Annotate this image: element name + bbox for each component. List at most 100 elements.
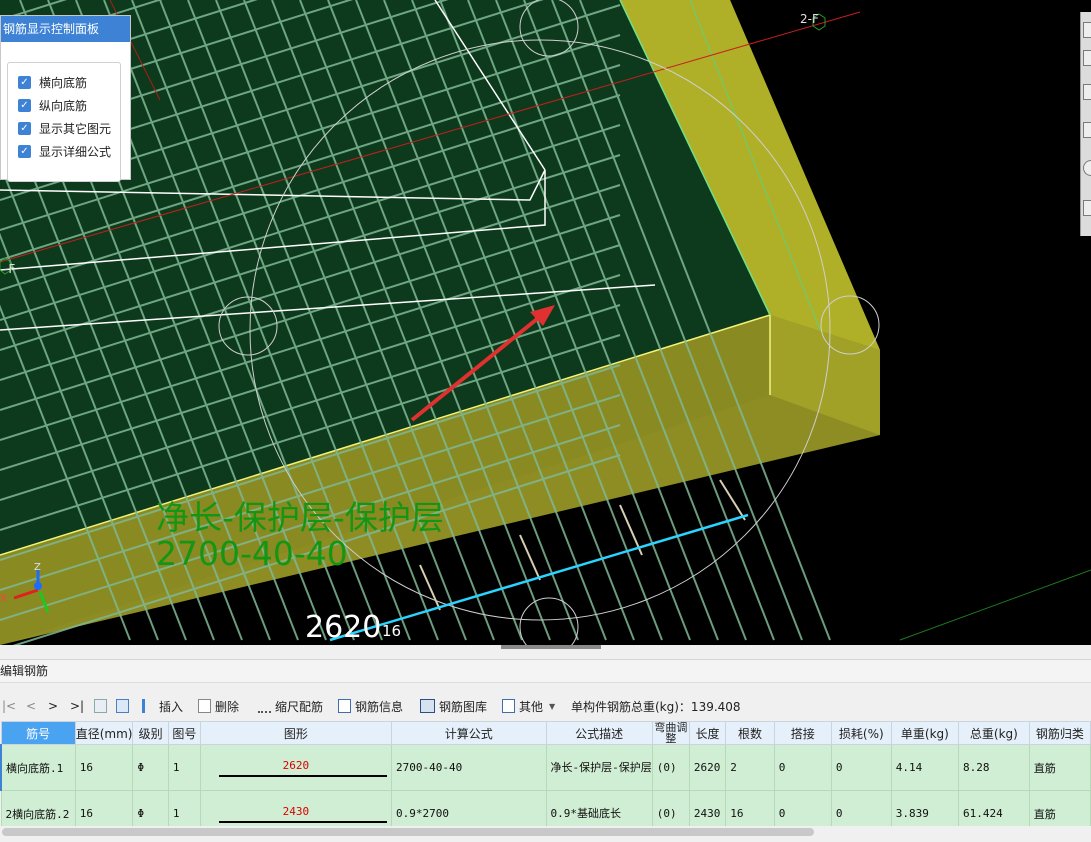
scrollbar-thumb[interactable]	[2, 828, 814, 836]
rebar-table: 筋号 直径(mm) 级别 图号 图形 计算公式 公式描述 弯曲调整 长度 根数 …	[0, 721, 1091, 837]
document-icon	[338, 699, 351, 713]
col-header-total-weight[interactable]: 总重(kg)	[959, 722, 1030, 745]
control-panel-title[interactable]: 钢筋显示控制面板	[1, 16, 130, 42]
nav-last-button[interactable]: >|	[70, 694, 84, 718]
cell-loss[interactable]: 0	[831, 745, 891, 791]
cell-formula[interactable]: 2700-40-40	[391, 745, 546, 791]
delete-button[interactable]: 删除	[198, 694, 239, 718]
col-header-formula[interactable]: 计算公式	[391, 722, 546, 745]
delete-label: 删除	[215, 698, 239, 715]
move-down-icon	[116, 699, 129, 713]
nav-next-button[interactable]: >	[48, 694, 58, 718]
axis-line-green	[900, 570, 1091, 640]
view-tool-button-6[interactable]	[1083, 200, 1091, 216]
insert-icon	[142, 699, 155, 713]
chevron-down-icon: ▼	[549, 702, 555, 711]
cell-category[interactable]: 直筋	[1029, 745, 1090, 791]
col-header-loss[interactable]: 损耗(%)	[831, 722, 891, 745]
rebar-library-label: 钢筋图库	[439, 698, 487, 715]
move-up-button[interactable]	[94, 694, 111, 718]
checkbox-icon[interactable]: ✓	[18, 122, 31, 135]
shape-line	[219, 775, 387, 777]
dimension-value: 2620	[305, 611, 381, 645]
cell-figure[interactable]: 1	[168, 745, 200, 791]
axis-label-left: -F	[4, 262, 15, 276]
view-tool-button-3[interactable]	[1083, 84, 1091, 100]
cell-length[interactable]: 2620	[689, 745, 725, 791]
other-menu-button[interactable]: 其他 ▼	[502, 694, 555, 718]
shape-line	[219, 821, 387, 823]
cell-unit-weight[interactable]: 4.14	[891, 745, 958, 791]
col-header-bend[interactable]: 弯曲调整	[652, 722, 689, 745]
cell-shape[interactable]: 2620	[200, 745, 391, 791]
option-label: 纵向底筋	[39, 97, 87, 114]
col-header-figure-no[interactable]: 图号	[168, 722, 200, 745]
cell-grade[interactable]: Φ	[133, 745, 168, 791]
other-icon	[502, 699, 515, 713]
cell-name[interactable]: 横向底筋.1	[1, 745, 75, 791]
move-up-icon	[94, 699, 107, 713]
insert-button[interactable]: 插入	[142, 694, 183, 718]
col-header-count[interactable]: 根数	[726, 722, 774, 745]
table-row[interactable]: 横向底筋.1 16 Φ 1 2620 2700-40-40 净长-保护层-保护层…	[1, 745, 1091, 791]
shape-value[interactable]: 2620	[201, 759, 391, 772]
cell-description[interactable]: 净长-保护层-保护层	[546, 745, 652, 791]
3d-viewport[interactable]: 2-F -F 净长-保护层-保护层 2700-40-40 2620 16 Z X…	[0, 0, 1091, 645]
nav-prev-button[interactable]: <	[26, 694, 36, 718]
rebar-display-control-panel: 钢筋显示控制面板 ✓ 横向底筋 ✓ 纵向底筋 ✓ 显示其它图元 ✓ 显示详细公式	[0, 15, 131, 180]
dimension-suffix: 16	[382, 622, 401, 640]
nav-first-button[interactable]: |<	[2, 694, 16, 718]
rebar-info-button[interactable]: 钢筋信息	[338, 694, 403, 718]
col-header-unit-weight[interactable]: 单重(kg)	[891, 722, 958, 745]
option-show-detailed-formula[interactable]: ✓ 显示详细公式	[18, 142, 111, 160]
edit-rebar-panel-title: 编辑钢筋	[0, 660, 1091, 683]
formula-description-text: 净长-保护层-保护层	[156, 500, 444, 536]
col-header-grade[interactable]: 级别	[133, 722, 168, 745]
library-icon	[420, 699, 435, 713]
col-header-description[interactable]: 公式描述	[546, 722, 652, 745]
option-label: 显示其它图元	[39, 120, 111, 137]
view-tool-button-4[interactable]	[1083, 122, 1091, 138]
col-header-length[interactable]: 长度	[689, 722, 725, 745]
checkbox-icon[interactable]: ✓	[18, 145, 31, 158]
horizontal-scrollbar[interactable]	[0, 826, 1091, 838]
scale-rebar-label: 缩尺配筋	[275, 698, 323, 715]
cell-total-weight[interactable]: 8.28	[959, 745, 1030, 791]
panel-splitter[interactable]	[0, 645, 1091, 660]
insert-label: 插入	[159, 698, 183, 715]
view-toolbar	[1080, 12, 1091, 236]
checkbox-icon[interactable]: ✓	[18, 99, 31, 112]
cell-diameter[interactable]: 16	[75, 745, 133, 791]
gizmo-x-label: X	[0, 593, 7, 604]
cell-name-text: 横向底筋.2	[12, 808, 69, 821]
splitter-handle[interactable]	[501, 645, 601, 649]
view-tool-button-1[interactable]	[1083, 22, 1091, 38]
col-header-shape[interactable]: 图形	[200, 722, 391, 745]
col-header-lap[interactable]: 搭接	[774, 722, 831, 745]
rebar-info-label: 钢筋信息	[355, 698, 403, 715]
option-show-other-elements[interactable]: ✓ 显示其它图元	[18, 119, 111, 137]
gizmo-z-label: Z	[34, 562, 41, 573]
axis-label-top: 2-F	[800, 12, 819, 26]
checkbox-icon[interactable]: ✓	[18, 76, 31, 89]
col-header-category[interactable]: 钢筋归类	[1029, 722, 1090, 745]
option-label: 显示详细公式	[39, 143, 111, 160]
option-longitudinal-bottom[interactable]: ✓ 纵向底筋	[18, 96, 87, 114]
move-down-button[interactable]	[116, 694, 133, 718]
control-panel-options: ✓ 横向底筋 ✓ 纵向底筋 ✓ 显示其它图元 ✓ 显示详细公式	[7, 62, 121, 182]
view-tool-button-2[interactable]	[1083, 50, 1091, 66]
other-label: 其他	[519, 698, 543, 715]
gizmo-origin	[34, 582, 42, 590]
shape-value[interactable]: 2430	[201, 805, 391, 818]
cell-bend[interactable]: (0)	[652, 745, 689, 791]
col-header-bar-no[interactable]: 筋号	[1, 722, 75, 745]
option-label: 横向底筋	[39, 74, 87, 91]
cell-lap[interactable]: 0	[774, 745, 831, 791]
rebar-library-button[interactable]: 钢筋图库	[420, 694, 487, 718]
scale-rebar-button[interactable]: 缩尺配筋	[258, 694, 323, 718]
edit-rebar-toolbar: |< < > >| 插入 删除 缩尺配筋 钢筋信息 钢筋图库 其他 ▼ 单构件钢…	[0, 694, 1091, 718]
view-tool-button-5[interactable]	[1083, 160, 1091, 176]
col-header-diameter[interactable]: 直径(mm)	[75, 722, 133, 745]
option-transverse-bottom[interactable]: ✓ 横向底筋	[18, 73, 87, 91]
cell-count[interactable]: 2	[726, 745, 774, 791]
